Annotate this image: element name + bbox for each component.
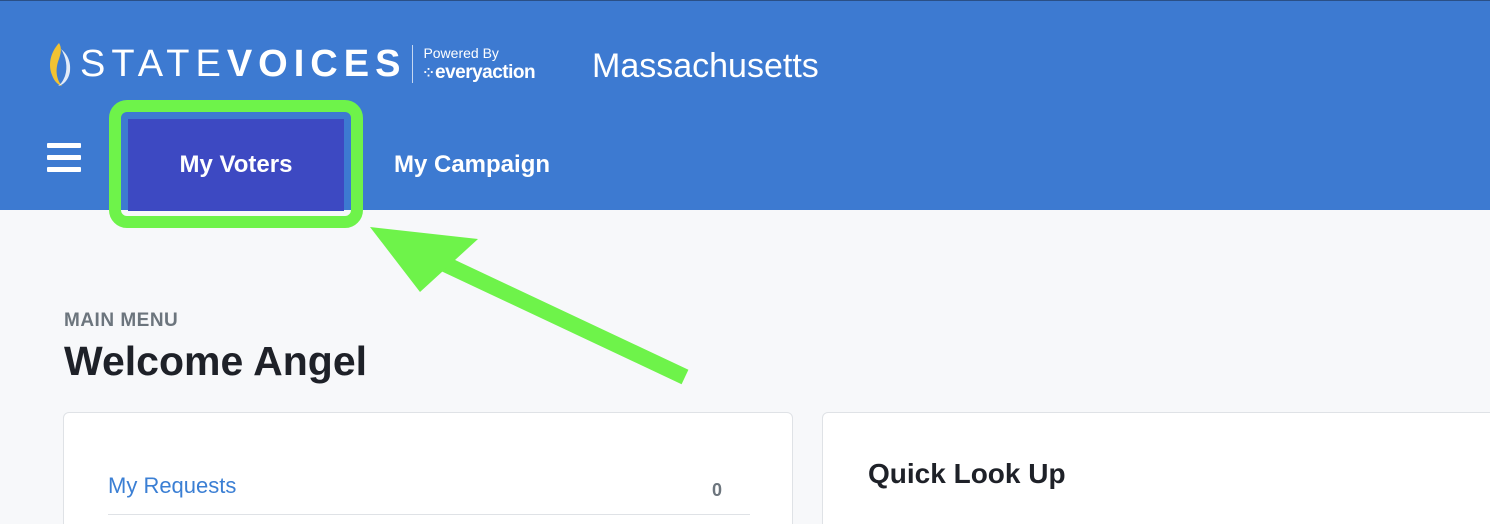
everyaction-logo: ⁘ everyaction [423, 63, 535, 82]
my-requests-link[interactable]: My Requests [108, 473, 236, 499]
tab-my-campaign[interactable]: My Campaign [370, 119, 574, 211]
page: STATEVOICES Powered By ⁘ everyaction Mass… [0, 0, 1490, 524]
page-title: Welcome Angel [64, 338, 368, 384]
requests-count: 0 [711, 480, 722, 500]
brand-name: STATEVOICES [80, 39, 406, 89]
state-name: Massachusetts [592, 47, 819, 85]
everyaction-wordmark: everyaction [435, 62, 536, 83]
pointer-arrow-icon [370, 227, 689, 385]
tab-my-campaign-label: My Campaign [393, 151, 551, 178]
quick-lookup-title: Quick Look Up [868, 458, 1066, 489]
logo-divider [412, 45, 414, 83]
flame-logo-icon [50, 43, 71, 86]
brand-word-state: STATE [80, 43, 227, 85]
everyaction-dots-icon: ⁘ [423, 65, 433, 80]
requests-card: My Requests 0 [63, 412, 793, 524]
quick-lookup-card: Quick Look Up [822, 412, 1490, 524]
powered-by-label: Powered By [423, 45, 499, 61]
powered-by: Powered By ⁘ everyaction [423, 46, 535, 82]
hamburger-icon[interactable] [47, 143, 81, 173]
section-eyebrow: MAIN MENU [64, 310, 179, 331]
state-voices-logo[interactable]: STATEVOICES Powered By ⁘ everyaction [44, 39, 536, 89]
highlight-box [109, 100, 363, 228]
list-item: My Requests 0 [108, 469, 750, 515]
brand-word-voices: VOICES [226, 43, 407, 85]
